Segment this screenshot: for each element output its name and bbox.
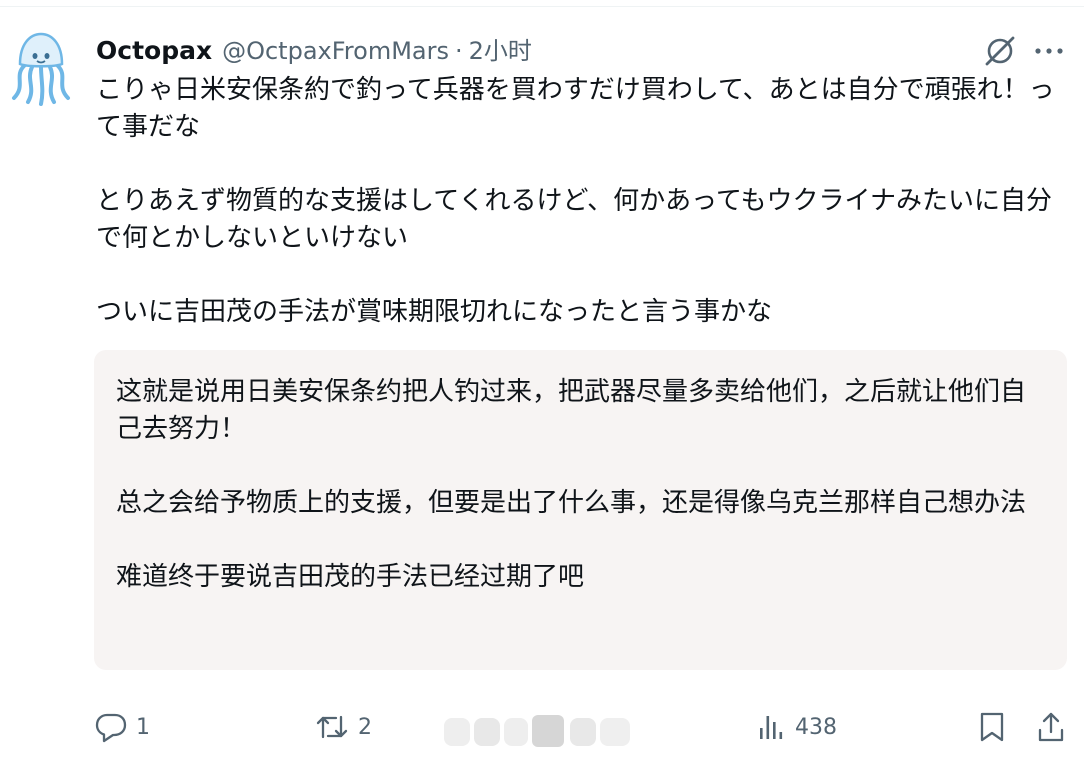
views-count: 438 bbox=[795, 714, 837, 740]
post-paragraph-3: ついに吉田茂の手法が賞味期限切れになったと言う事かな bbox=[96, 297, 773, 327]
post-text: こりゃ日米安保条約で釣って兵器を買わすだけ買わして、あとは自分で頑張れ！って事だ… bbox=[96, 72, 1061, 331]
repost-icon bbox=[316, 715, 348, 739]
jellyfish-avatar-icon bbox=[12, 32, 70, 106]
views-icon bbox=[760, 716, 783, 739]
translation-paragraph-3: 难道终于要说吉田茂的手法已经过期了吧 bbox=[116, 562, 585, 592]
bookmark-icon bbox=[980, 712, 1004, 742]
author-meta: @OctpaxFromMars · 2小时 bbox=[222, 31, 532, 66]
reply-button[interactable]: 1 bbox=[94, 710, 150, 744]
translation-paragraph-1: 这就是说用日美安保条约把人钓过来，把武器尽量多卖给他们，之后就让他们自己去努力！ bbox=[116, 377, 1027, 444]
more-options-icon[interactable] bbox=[1032, 38, 1066, 64]
blurred-watermark bbox=[440, 712, 635, 752]
avatar[interactable] bbox=[8, 30, 74, 106]
translation-paragraph-2: 总之会给予物质上的支援，但要是出了什么事，还是得像乌克兰那样自己想办法 bbox=[116, 488, 1027, 518]
author-handle[interactable]: @OctpaxFromMars bbox=[222, 37, 449, 65]
post-paragraph-1: こりゃ日米安保条約で釣って兵器を買わすだけ買わして、あとは自分で頑張れ！って事だ… bbox=[96, 75, 1055, 142]
bookmark-button[interactable] bbox=[978, 710, 1006, 744]
post-paragraph-2: とりあえず物質的な支援はしてくれるけど、何かあってもウクライナみたいに自分で何と… bbox=[96, 186, 1053, 253]
repost-count: 2 bbox=[358, 714, 372, 740]
repost-button[interactable]: 2 bbox=[314, 710, 372, 744]
grok-icon[interactable] bbox=[982, 33, 1018, 69]
top-divider bbox=[0, 6, 1084, 7]
reply-icon bbox=[95, 713, 127, 743]
meta-separator: · bbox=[454, 37, 463, 65]
post-header: Octopax @OctpaxFromMars · 2小时 bbox=[96, 31, 532, 67]
post-timestamp[interactable]: 2小时 bbox=[469, 37, 532, 65]
author-display-name[interactable]: Octopax bbox=[96, 36, 212, 65]
share-icon bbox=[1038, 712, 1064, 742]
reply-count: 1 bbox=[136, 714, 150, 740]
share-button[interactable] bbox=[1036, 710, 1066, 744]
views-button[interactable]: 438 bbox=[757, 710, 837, 744]
translation-box: 这就是说用日美安保条约把人钓过来，把武器尽量多卖给他们，之后就让他们自己去努力！… bbox=[94, 350, 1067, 670]
